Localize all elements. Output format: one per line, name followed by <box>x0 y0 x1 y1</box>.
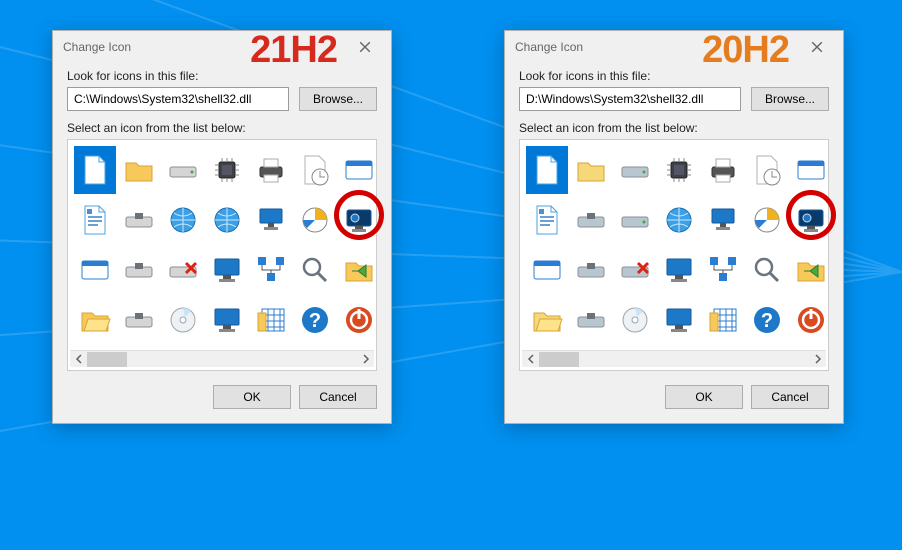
help-icon[interactable]: ? <box>294 296 336 344</box>
scrollbar-track[interactable] <box>87 352 357 367</box>
power-icon[interactable] <box>790 296 832 344</box>
cd-icon[interactable] <box>614 296 656 344</box>
drive-error-icon[interactable] <box>614 246 656 294</box>
scroll-right-icon[interactable] <box>809 352 826 367</box>
drive-error-icon[interactable] <box>162 246 204 294</box>
floppy-drive-icon[interactable] <box>570 196 612 244</box>
search-icon[interactable] <box>294 246 336 294</box>
icon-listbox[interactable]: ? <box>519 139 829 371</box>
folder-back-icon[interactable] <box>338 246 380 294</box>
look-for-label: Look for icons in this file: <box>519 69 829 83</box>
scroll-left-icon[interactable] <box>70 352 87 367</box>
path-input[interactable] <box>67 87 289 111</box>
floppy-2-icon[interactable] <box>118 246 160 294</box>
settings-icon-icon[interactable] <box>746 196 788 244</box>
close-button[interactable] <box>345 33 385 61</box>
printer-icon[interactable] <box>702 146 744 194</box>
cancel-button[interactable]: Cancel <box>751 385 829 409</box>
icon-listbox[interactable]: ? <box>67 139 377 371</box>
cd-icon[interactable] <box>162 296 204 344</box>
globe-1-icon[interactable] <box>162 196 204 244</box>
folder-back-icon[interactable] <box>790 246 832 294</box>
grid-icon[interactable] <box>250 296 292 344</box>
globe-2-icon[interactable] <box>658 196 700 244</box>
titlebar: Change Icon <box>505 31 843 63</box>
folder-open-icon[interactable] <box>74 296 116 344</box>
drive-2-icon[interactable] <box>614 196 656 244</box>
browse-button[interactable]: Browse... <box>751 87 829 111</box>
ok-button[interactable]: OK <box>213 385 291 409</box>
path-input[interactable] <box>519 87 741 111</box>
chip-icon[interactable] <box>658 146 700 194</box>
horizontal-scrollbar[interactable] <box>522 350 826 367</box>
svg-text:?: ? <box>761 310 773 332</box>
network-pc-icon[interactable] <box>250 196 292 244</box>
run-dialog-icon[interactable] <box>338 146 380 194</box>
drive-icon[interactable] <box>614 146 656 194</box>
version-label-20h2: 20H2 <box>702 31 789 69</box>
text-doc-icon[interactable] <box>74 196 116 244</box>
scrollbar-track[interactable] <box>539 352 809 367</box>
ok-button[interactable]: OK <box>665 385 743 409</box>
printer-icon[interactable] <box>250 146 292 194</box>
floppy-save-icon[interactable] <box>118 296 160 344</box>
search-icon[interactable] <box>746 246 788 294</box>
screensaver-icon[interactable] <box>790 196 832 244</box>
version-label-21h2: 21H2 <box>250 31 337 69</box>
app-window-icon[interactable] <box>74 246 116 294</box>
look-for-label: Look for icons in this file: <box>67 69 377 83</box>
scrollbar-thumb[interactable] <box>87 352 127 367</box>
svg-text:?: ? <box>309 310 321 332</box>
app-window-icon[interactable] <box>526 246 568 294</box>
text-doc-icon[interactable] <box>526 196 568 244</box>
monitor-icon[interactable] <box>206 296 248 344</box>
titlebar: Change Icon <box>53 31 391 63</box>
folder-icon[interactable] <box>118 146 160 194</box>
browse-button[interactable]: Browse... <box>299 87 377 111</box>
scroll-right-icon[interactable] <box>357 352 374 367</box>
scroll-left-icon[interactable] <box>522 352 539 367</box>
settings-icon-icon[interactable] <box>294 196 336 244</box>
network-icon[interactable] <box>250 246 292 294</box>
monitor-icon[interactable] <box>658 296 700 344</box>
monitor-check-icon[interactable] <box>206 246 248 294</box>
change-icon-dialog-20h2: 20H2 Change Icon Look for icons in this … <box>504 30 844 424</box>
change-icon-dialog-21h2: 21H2 Change Icon Look for icons in this … <box>52 30 392 424</box>
monitor-check-icon[interactable] <box>658 246 700 294</box>
grid-icon[interactable] <box>702 296 744 344</box>
scrollbar-thumb[interactable] <box>539 352 579 367</box>
run-dialog-icon[interactable] <box>790 146 832 194</box>
help-icon[interactable]: ? <box>746 296 788 344</box>
floppy-drive-icon[interactable] <box>118 196 160 244</box>
network-icon[interactable] <box>702 246 744 294</box>
blank-file-icon[interactable] <box>74 146 116 194</box>
floppy-2-icon[interactable] <box>570 246 612 294</box>
folder-icon[interactable] <box>570 146 612 194</box>
drive-icon[interactable] <box>162 146 204 194</box>
cancel-button[interactable]: Cancel <box>299 385 377 409</box>
blank-file-icon[interactable] <box>526 146 568 194</box>
close-button[interactable] <box>797 33 837 61</box>
recent-doc-icon[interactable] <box>746 146 788 194</box>
power-icon[interactable] <box>338 296 380 344</box>
select-icon-label: Select an icon from the list below: <box>67 121 377 135</box>
select-icon-label: Select an icon from the list below: <box>519 121 829 135</box>
horizontal-scrollbar[interactable] <box>70 350 374 367</box>
screensaver-icon[interactable] <box>338 196 380 244</box>
globe-2-icon[interactable] <box>206 196 248 244</box>
folder-open-icon[interactable] <box>526 296 568 344</box>
network-pc-icon[interactable] <box>702 196 744 244</box>
chip-icon[interactable] <box>206 146 248 194</box>
recent-doc-icon[interactable] <box>294 146 336 194</box>
floppy-save-icon[interactable] <box>570 296 612 344</box>
